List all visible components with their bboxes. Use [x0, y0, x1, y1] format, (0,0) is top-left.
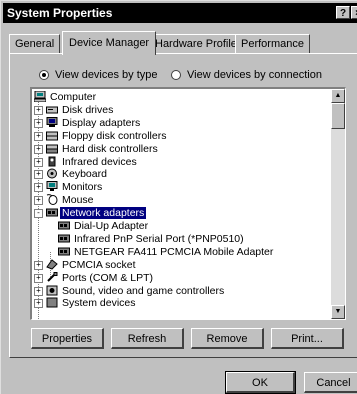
- help-button[interactable]: ?: [336, 6, 350, 19]
- network-card-icon: [58, 233, 70, 244]
- tab-general[interactable]: General: [9, 34, 61, 53]
- network-card-icon: [58, 246, 70, 257]
- view-by-connection-label: View devices by connection: [187, 69, 322, 81]
- tree-row-label: Monitors: [62, 181, 103, 194]
- tree-row-label: Network adapters: [60, 207, 147, 220]
- expand-icon[interactable]: +: [34, 131, 43, 141]
- tree-row-label: PCMCIA socket: [62, 258, 136, 271]
- scroll-up-button[interactable]: ▲: [331, 89, 345, 103]
- system-properties-window: System Properties ? × General Device Man…: [0, 0, 357, 394]
- pcmcia-icon: [46, 258, 58, 270]
- expand-icon[interactable]: +: [34, 286, 43, 296]
- tree-scrollbar[interactable]: ▲ ▼: [331, 89, 345, 319]
- tree-row-label: Display adapters: [62, 116, 141, 129]
- expand-icon[interactable]: +: [34, 105, 43, 115]
- expand-icon[interactable]: +: [34, 170, 43, 180]
- mouse-icon: [46, 194, 58, 206]
- keyboard-icon: [46, 168, 58, 179]
- tree-row[interactable]: Dial-Up Adapter: [32, 220, 328, 232]
- tree-row-label: Floppy disk controllers: [62, 129, 167, 142]
- view-by-type-option[interactable]: View devices by type: [39, 69, 158, 81]
- tree-row[interactable]: Computer: [32, 90, 328, 103]
- device-tree[interactable]: Computer + Disk drives + Display adapters + Fl…: [30, 87, 346, 320]
- view-by-type-label: View devices by type: [55, 69, 158, 81]
- view-by-connection-radio[interactable]: [171, 70, 181, 81]
- hard-disk-controller-icon: [46, 143, 58, 154]
- tree-row[interactable]: + Keyboard: [32, 168, 328, 180]
- tree-row-label: System devices: [62, 297, 136, 310]
- tree-row-label: Hard disk controllers: [62, 142, 158, 155]
- refresh-button[interactable]: Refresh: [111, 328, 184, 349]
- tab-strip: General Device Manager Hardware Profiles…: [9, 31, 357, 55]
- view-by-type-radio[interactable]: [39, 70, 49, 81]
- tree-row[interactable]: + Disk drives: [32, 104, 328, 116]
- tree-row-label: Dial-Up Adapter: [74, 220, 149, 232]
- port-icon: [46, 271, 58, 283]
- tree-row-label: Mouse: [62, 194, 94, 207]
- tab-hardware-profiles[interactable]: Hardware Profiles: [149, 34, 249, 53]
- scroll-down-button[interactable]: ▼: [331, 305, 345, 319]
- monitor-icon: [46, 181, 58, 192]
- tree-row-label: Infrared devices: [62, 155, 137, 168]
- system-device-icon: [46, 297, 58, 308]
- collapse-icon[interactable]: -: [34, 209, 43, 219]
- expand-icon[interactable]: +: [34, 118, 43, 128]
- tree-row-label: Disk drives: [62, 103, 114, 116]
- display-adapter-icon: [46, 116, 58, 128]
- tree-row-label: Infrared PnP Serial Port (*PNP0510): [74, 232, 244, 245]
- tree-row[interactable]: + Display adapters: [32, 116, 328, 129]
- expand-icon[interactable]: +: [34, 144, 43, 154]
- tree-row-label: NETGEAR FA411 PCMCIA Mobile Adapter: [74, 245, 274, 258]
- network-card-icon: [58, 220, 70, 231]
- floppy-controller-icon: [46, 130, 58, 141]
- tree-row-label: Computer: [50, 91, 97, 103]
- network-adapter-icon: [46, 207, 58, 218]
- scroll-thumb[interactable]: [331, 103, 345, 129]
- cancel-button[interactable]: Cancel: [304, 372, 357, 393]
- tree-row[interactable]: NETGEAR FA411 PCMCIA Mobile Adapter: [32, 246, 328, 258]
- tree-row[interactable]: + PCMCIA socket: [32, 259, 328, 271]
- sound-icon: [46, 285, 58, 296]
- tree-row[interactable]: + Sound, video and game controllers: [32, 285, 328, 297]
- view-by-connection-option[interactable]: View devices by connection: [171, 69, 322, 81]
- expand-icon[interactable]: +: [34, 260, 43, 270]
- tree-row[interactable]: + Floppy disk controllers: [32, 130, 328, 142]
- tree-row[interactable]: - Network adapters: [32, 207, 328, 220]
- tree-row[interactable]: + System devices: [32, 297, 328, 309]
- tree-row[interactable]: + Ports (COM & LPT): [32, 271, 328, 284]
- disk-drive-icon: [46, 104, 58, 115]
- expand-icon[interactable]: +: [34, 273, 43, 283]
- infrared-icon: [46, 156, 58, 167]
- expand-icon[interactable]: +: [34, 196, 43, 206]
- tree-row[interactable]: Infrared PnP Serial Port (*PNP0510): [32, 233, 328, 245]
- title-bar[interactable]: System Properties ? ×: [3, 3, 357, 23]
- tab-device-manager[interactable]: Device Manager: [62, 31, 157, 55]
- computer-icon: [33, 90, 47, 103]
- print-button[interactable]: Print...: [271, 328, 344, 349]
- ok-button[interactable]: OK: [225, 371, 296, 394]
- window-title: System Properties: [7, 6, 113, 20]
- tree-row-label: Sound, video and game controllers: [62, 284, 225, 297]
- tree-row[interactable]: + Monitors: [32, 181, 328, 193]
- close-button[interactable]: ×: [351, 6, 357, 19]
- expand-icon[interactable]: +: [34, 183, 43, 193]
- expand-icon[interactable]: +: [34, 157, 43, 167]
- tree-row[interactable]: + Hard disk controllers: [32, 143, 328, 155]
- remove-button[interactable]: Remove: [191, 328, 264, 349]
- tree-row-label: Keyboard: [62, 168, 107, 181]
- tab-performance[interactable]: Performance: [235, 34, 310, 53]
- properties-button[interactable]: Properties: [31, 328, 104, 349]
- tree-row[interactable]: + Infrared devices: [32, 156, 328, 168]
- expand-icon[interactable]: +: [34, 299, 43, 309]
- tree-row[interactable]: + Mouse: [32, 194, 328, 206]
- tree-row-label: Ports (COM & LPT): [62, 271, 154, 284]
